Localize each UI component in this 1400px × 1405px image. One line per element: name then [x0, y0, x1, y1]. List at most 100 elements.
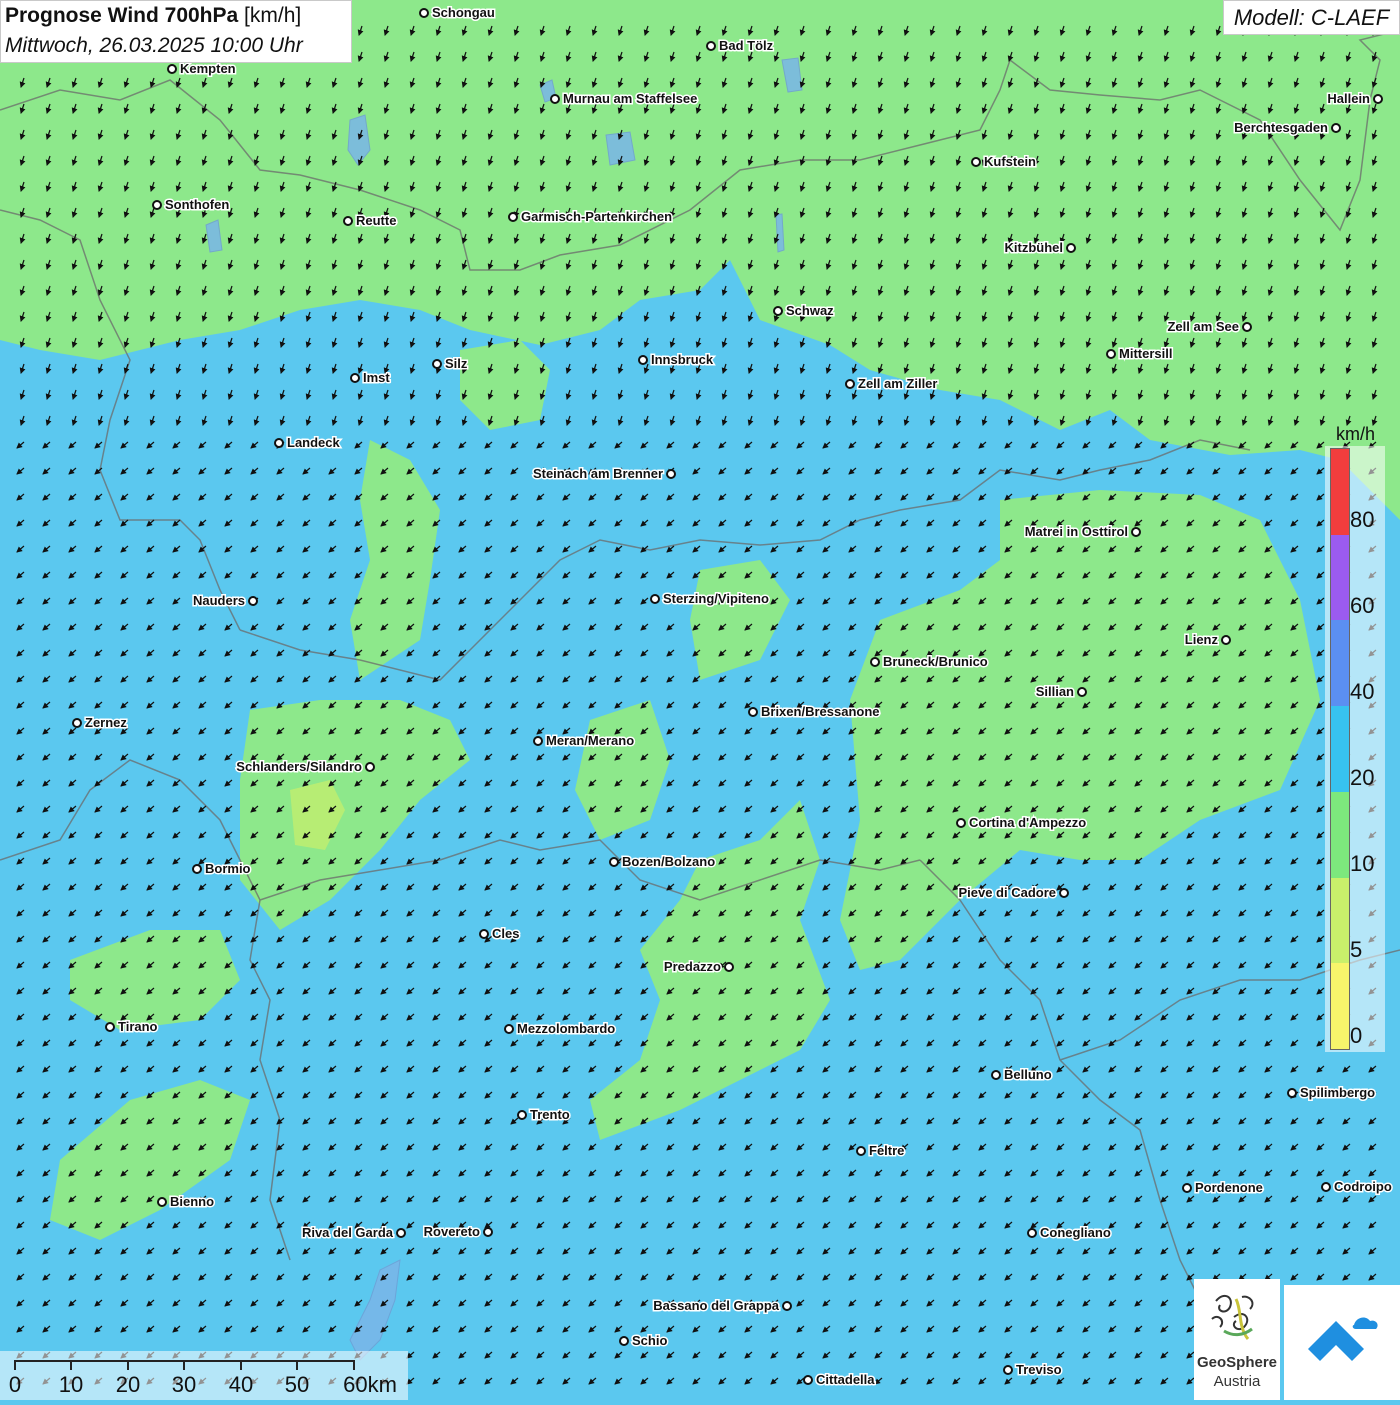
city-dot	[274, 438, 284, 448]
title-box: Prognose Wind 700hPa [km/h] Mittwoch, 26…	[0, 0, 352, 63]
map-title-unit: [km/h]	[244, 4, 302, 27]
city-marker: Bruneck/Brunico	[870, 653, 989, 671]
city-marker: Meran/Merano	[533, 732, 636, 750]
legend-color-bar	[1330, 448, 1350, 1050]
city-label: Schlanders/Silandro	[236, 759, 362, 774]
city-marker: Murnau am Staffelsee	[550, 90, 699, 108]
city-dot	[1287, 1088, 1297, 1098]
city-label: Meran/Merano	[546, 733, 634, 748]
city-dot	[479, 929, 489, 939]
city-label: Nauders	[193, 593, 245, 608]
city-dot	[192, 864, 202, 874]
city-label: Zell am Ziller	[858, 376, 937, 391]
city-label: Tirano	[118, 1019, 158, 1034]
city-marker: Bozen/Bolzano	[609, 853, 717, 871]
lake-achensee	[775, 213, 785, 253]
city-label: Imst	[363, 370, 390, 385]
city-dot	[1106, 349, 1116, 359]
city-dot	[706, 41, 716, 51]
city-label: Lienz	[1185, 632, 1219, 647]
city-dot	[1077, 687, 1087, 697]
city-dot	[350, 373, 360, 383]
city-label: Schongau	[432, 5, 495, 20]
city-dot	[1242, 322, 1252, 332]
scale-line	[15, 1360, 355, 1362]
geosphere-logo: GeoSphere Austria	[1194, 1279, 1280, 1400]
city-dot	[1321, 1182, 1331, 1192]
city-marker: Pieve di Cadore	[957, 884, 1069, 902]
city-label: Innsbruck	[651, 352, 714, 367]
city-dot	[343, 216, 353, 226]
legend-unit: km/h	[1336, 424, 1376, 444]
city-marker: Bassano del Grappa	[652, 1297, 792, 1315]
geosphere-logo-line2: Austria	[1213, 1373, 1261, 1390]
scale-label: 20	[115, 1372, 141, 1397]
city-marker: Zell am Ziller	[845, 375, 939, 393]
scale-label: 0	[8, 1372, 22, 1397]
city-label: Feltre	[869, 1143, 904, 1158]
city-marker: Brixen/Bressanone	[748, 703, 881, 721]
scale-tick	[183, 1360, 185, 1370]
city-label: Pieve di Cadore	[958, 885, 1056, 900]
city-label: Cittadella	[816, 1372, 875, 1387]
geosphere-logo-line1: GeoSphere	[1196, 1354, 1278, 1371]
city-marker: Cortina d'Ampezzo	[956, 814, 1088, 832]
scale-tick	[296, 1360, 298, 1370]
city-label: Kitzbühel	[1005, 240, 1064, 255]
city-label: Silz	[445, 356, 468, 371]
city-label: Bormio	[205, 861, 251, 876]
city-label: Mittersill	[1119, 346, 1172, 361]
city-label: Bassano del Grappa	[653, 1298, 779, 1313]
city-dot	[1182, 1183, 1192, 1193]
city-marker: Sonthofen	[152, 196, 231, 214]
city-dot	[1066, 243, 1076, 253]
city-marker: Spilimbergo	[1287, 1084, 1377, 1102]
city-label: Conegliano	[1040, 1225, 1111, 1240]
city-dot	[609, 857, 619, 867]
city-dot	[1003, 1365, 1013, 1375]
model-label: Modell: C-LAEF	[1223, 0, 1400, 35]
city-label: Sterzing/Vipiteno	[663, 591, 769, 606]
legend-segment	[1331, 791, 1349, 879]
city-dot	[1131, 527, 1141, 537]
city-label: Spilimbergo	[1300, 1085, 1375, 1100]
map-title: Prognose Wind 700hPa [km/h]	[5, 4, 301, 28]
legend-label: 60	[1350, 593, 1375, 618]
city-label: Treviso	[1016, 1362, 1062, 1377]
city-label: Cles	[492, 926, 519, 941]
city-dot	[782, 1301, 792, 1311]
weather-app-logo	[1284, 1285, 1400, 1400]
city-dot	[504, 1024, 514, 1034]
city-label: Trento	[530, 1107, 570, 1122]
scale-tick	[127, 1360, 129, 1370]
city-label: Sonthofen	[165, 197, 229, 212]
city-dot	[508, 212, 518, 222]
scale-tick	[14, 1360, 16, 1370]
legend-segment	[1331, 963, 1349, 1050]
city-label: Murnau am Staffelsee	[563, 91, 697, 106]
city-dot	[1059, 888, 1069, 898]
city-dot	[956, 818, 966, 828]
city-marker: Matrei in Osttirol	[1023, 523, 1141, 541]
city-label: Bozen/Bolzano	[622, 854, 715, 869]
city-dot	[533, 736, 543, 746]
city-dot	[748, 707, 758, 717]
legend-segment	[1331, 877, 1349, 964]
legend-segment	[1331, 620, 1349, 707]
city-label: Bruneck/Brunico	[883, 654, 988, 669]
city-dot	[666, 469, 676, 479]
city-dot	[550, 94, 560, 104]
city-label: Steinach am Brenner	[533, 466, 663, 481]
scale-tick	[70, 1360, 72, 1370]
city-label: Matrei in Osttirol	[1025, 524, 1128, 539]
city-marker: Zell am See	[1166, 318, 1252, 336]
city-dot	[1331, 123, 1341, 133]
city-dot	[856, 1146, 866, 1156]
city-label: Landeck	[287, 435, 341, 450]
city-label: Kempten	[180, 61, 236, 76]
city-label: Cortina d'Ampezzo	[969, 815, 1086, 830]
city-label: Rovereto	[424, 1224, 480, 1239]
city-dot	[724, 962, 734, 972]
city-label: Garmisch-Partenkirchen	[521, 209, 672, 224]
city-label: Mezzolombardo	[517, 1021, 615, 1036]
